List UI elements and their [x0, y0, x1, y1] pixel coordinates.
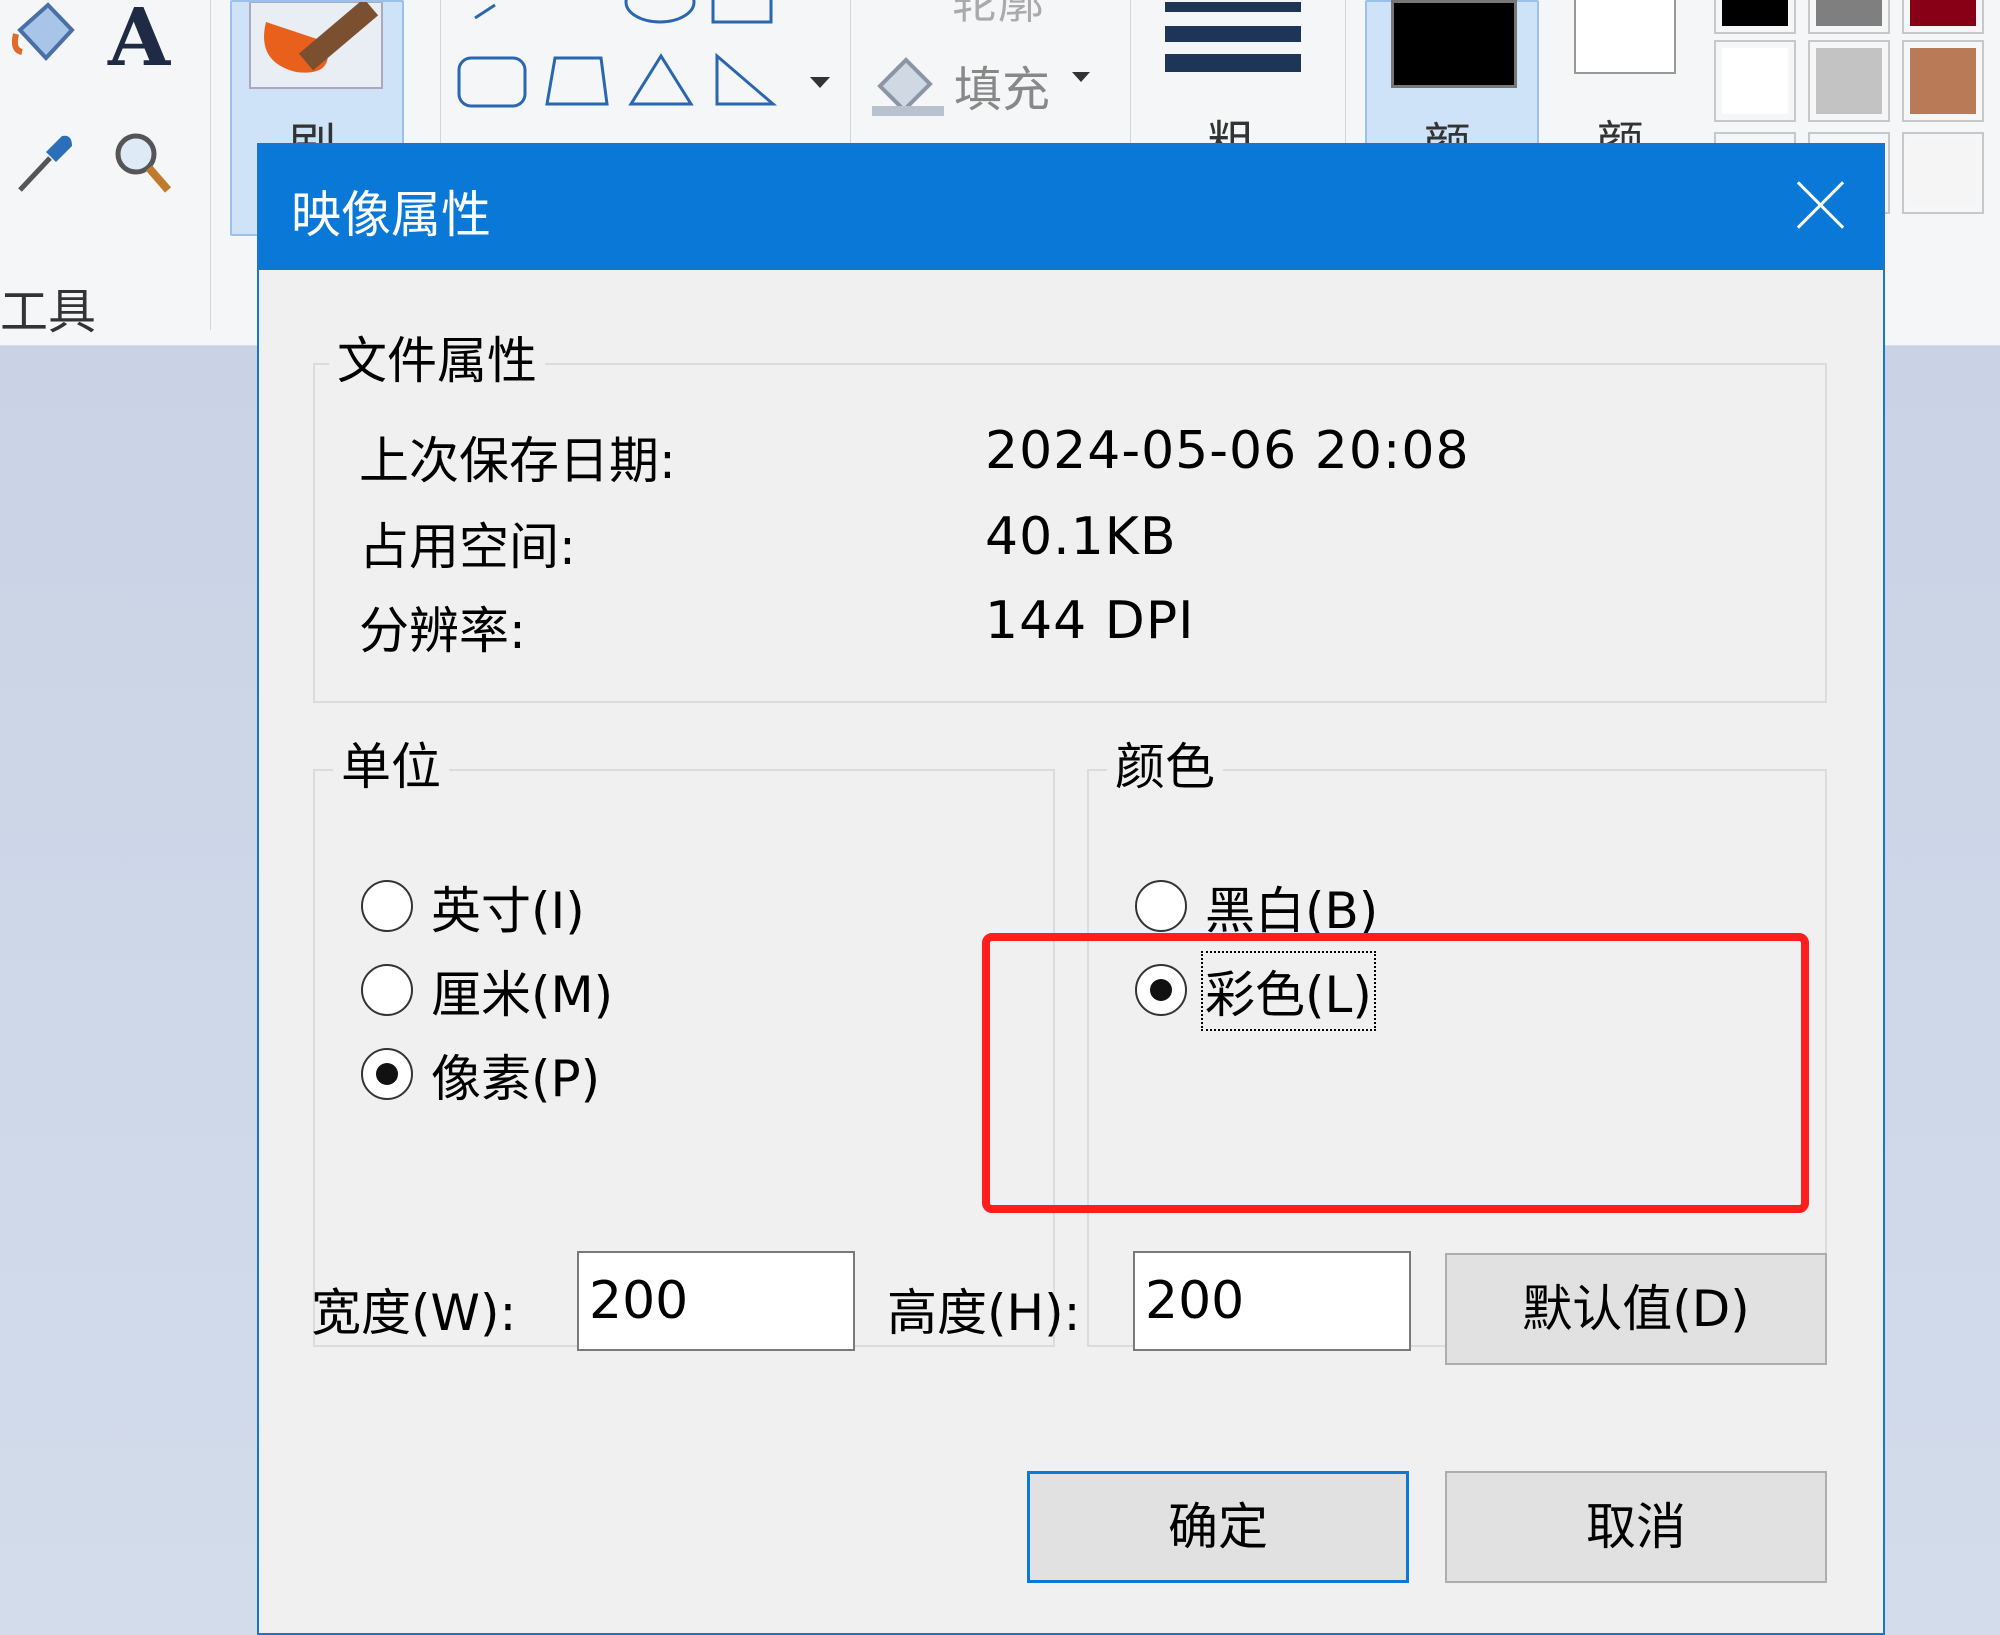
palette-empty-3[interactable] — [1902, 132, 1984, 214]
height-label: 高度(H): — [887, 1284, 1081, 1342]
close-icon[interactable] — [1789, 173, 1853, 237]
outline-button[interactable]: 轮廓 — [872, 0, 1044, 32]
color-color-label: 彩色(L) — [1201, 951, 1376, 1031]
width-input[interactable] — [577, 1251, 855, 1351]
units-pixels-label: 像素(P) — [431, 1050, 601, 1108]
size-on-disk-value: 40.1KB — [985, 507, 1177, 567]
tools-group-label: 工具 — [0, 284, 97, 340]
fill-icon — [872, 57, 944, 116]
dialog-titlebar[interactable]: 映像属性 — [259, 145, 1883, 270]
brush-icon — [249, 2, 383, 89]
size-button[interactable]: 粗 — [1165, 0, 1305, 172]
last-saved-value: 2024-05-06 20:08 — [985, 421, 1470, 481]
color-picker-icon[interactable] — [10, 128, 80, 198]
color-bw-label: 黑白(B) — [1205, 882, 1379, 940]
palette-lightgray[interactable] — [1808, 40, 1890, 122]
units-legend: 单位 — [333, 727, 449, 799]
shapes-gallery[interactable] — [455, 0, 795, 150]
width-label: 宽度(W): — [311, 1284, 517, 1342]
size-on-disk-label: 占用空间: — [359, 518, 576, 576]
cancel-button[interactable]: 取消 — [1445, 1471, 1827, 1583]
colors-legend: 颜色 — [1107, 727, 1223, 799]
resolution-value: 144 DPI — [985, 591, 1195, 651]
shapes-dropdown-icon[interactable] — [808, 75, 832, 91]
last-saved-label: 上次保存日期: — [359, 432, 676, 490]
dialog-title: 映像属性 — [291, 186, 491, 244]
fill-dropdown-icon — [1072, 72, 1090, 82]
units-cm-label: 厘米(M) — [431, 966, 614, 1024]
palette-brown[interactable] — [1902, 40, 1984, 122]
default-value-button[interactable]: 默认值(D) — [1445, 1253, 1827, 1365]
fill-label: 填充 — [954, 62, 1051, 118]
color2-swatch — [1574, 0, 1676, 74]
height-input[interactable] — [1133, 1251, 1411, 1351]
palette-darkred[interactable] — [1902, 0, 1984, 34]
magnifier-icon[interactable] — [108, 128, 178, 198]
palette-black[interactable] — [1714, 0, 1796, 34]
fill-bucket-icon[interactable] — [10, 0, 80, 70]
outline-label: 轮廓 — [952, 0, 1044, 29]
resolution-label: 分辨率: — [359, 602, 526, 660]
color1-swatch — [1391, 0, 1517, 88]
palette-white[interactable] — [1714, 40, 1796, 122]
units-inches-label: 英寸(I) — [431, 882, 585, 940]
image-properties-dialog: 映像属性 文件属性 上次保存日期: 2024-05-06 20:08 占用空间:… — [257, 143, 1885, 1635]
text-icon[interactable]: A — [108, 0, 170, 84]
file-properties-legend: 文件属性 — [329, 321, 545, 393]
palette-gray[interactable] — [1808, 0, 1890, 34]
file-properties-group: 文件属性 上次保存日期: 2024-05-06 20:08 占用空间: 40.1… — [313, 321, 1827, 703]
ok-button[interactable]: 确定 — [1027, 1471, 1409, 1583]
